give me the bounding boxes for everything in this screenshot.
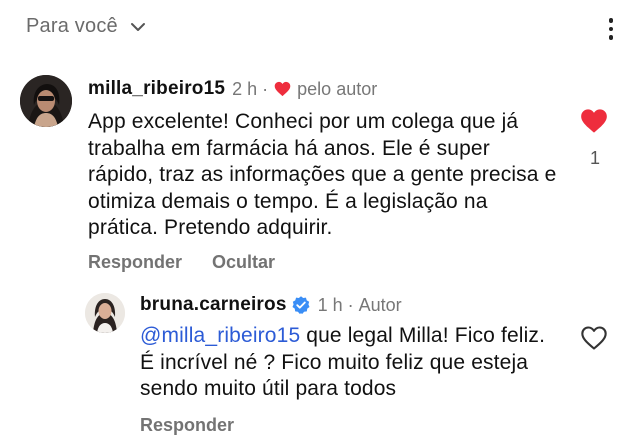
comment-meta: bruna.carneiros 1 h · Autor — [140, 294, 402, 316]
like-count: 1 — [589, 148, 600, 168]
reply-button[interactable]: Responder — [140, 415, 234, 436]
hide-button[interactable]: Ocultar — [212, 252, 275, 273]
heart-outline-icon[interactable] — [580, 325, 608, 351]
author-label: Autor — [358, 294, 402, 315]
heart-icon — [274, 81, 291, 97]
liked-by-author-label: pelo autor — [297, 78, 378, 99]
comments-header: Para você — [0, 0, 640, 56]
sort-filter-label: Para você — [26, 15, 118, 37]
separator-dot: · — [262, 78, 269, 99]
comment-time: 1 h — [317, 294, 343, 315]
verified-badge-icon — [292, 296, 310, 314]
reply-button[interactable]: Responder — [88, 252, 182, 273]
chevron-down-icon — [130, 22, 145, 31]
comment-text: @milla_ribeiro15 que legal Milla! Fico f… — [140, 323, 560, 403]
user-mention-link[interactable]: @milla_ribeiro15 — [140, 324, 300, 347]
more-vertical-icon[interactable] — [608, 18, 614, 40]
heart-icon[interactable] — [580, 108, 608, 134]
separator-dot: · — [347, 294, 354, 315]
comment-username[interactable]: bruna.carneiros — [140, 294, 287, 316]
avatar[interactable] — [85, 293, 125, 333]
comment-text: App excelente! Conheci por um colega que… — [88, 110, 557, 239]
comment-time: 2 h — [232, 78, 258, 99]
comment-actions: Responder Ocultar — [88, 252, 305, 273]
comment-meta: milla_ribeiro15 2 h · pelo autor — [88, 78, 377, 100]
avatar[interactable] — [20, 75, 72, 127]
sort-filter-dropdown[interactable]: Para você — [26, 15, 146, 38]
comment-username[interactable]: milla_ribeiro15 — [88, 78, 225, 100]
comment-actions: Responder — [140, 415, 264, 436]
